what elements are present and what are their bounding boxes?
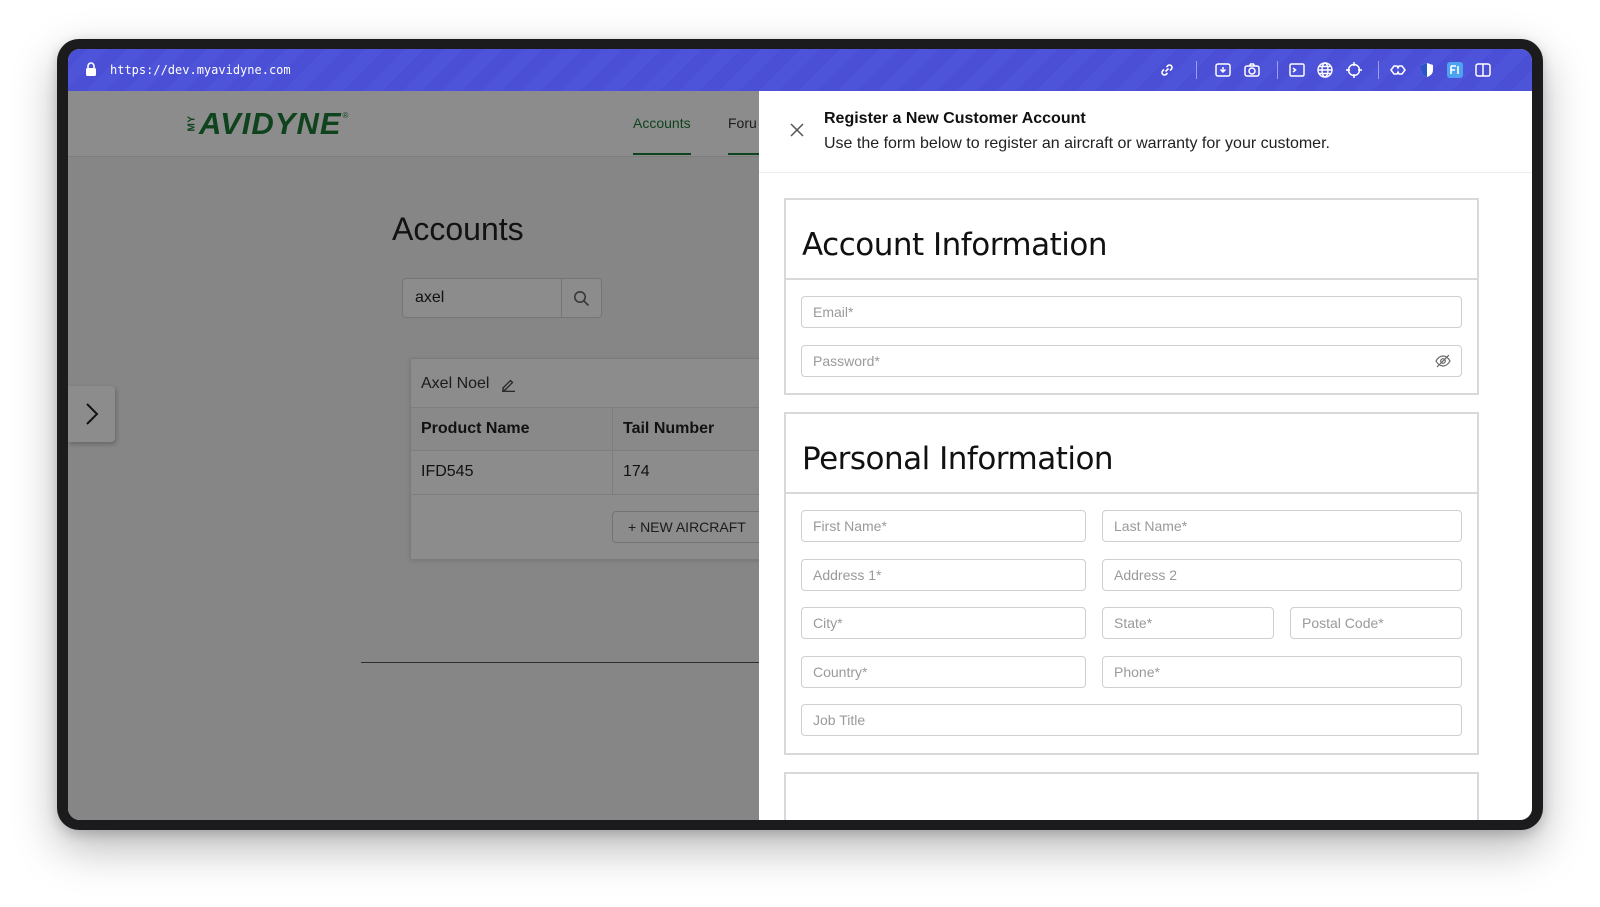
- job-title-field: [801, 704, 1462, 736]
- first-name-input[interactable]: [802, 511, 1085, 541]
- state-input[interactable]: [1103, 608, 1273, 638]
- phone-input[interactable]: [1103, 657, 1461, 687]
- password-input[interactable]: [802, 346, 1461, 376]
- screen: https://dev.myavidyne.com MY AVIDYNE ® A…: [68, 49, 1532, 820]
- country-input[interactable]: [802, 657, 1085, 687]
- job-title-input[interactable]: [802, 705, 1461, 735]
- last-name-field: [1102, 510, 1462, 542]
- phone-field: [1102, 656, 1462, 688]
- password-field: [801, 345, 1462, 377]
- country-field: [801, 656, 1086, 688]
- address1-field: [801, 559, 1086, 591]
- device-frame: https://dev.myavidyne.com MY AVIDYNE ® A…: [57, 39, 1543, 830]
- email-field: [801, 296, 1462, 328]
- drawer-subtitle: Use the form below to register an aircra…: [824, 135, 1330, 152]
- eye-off-icon[interactable]: [1435, 354, 1451, 368]
- page: MY AVIDYNE ® Accounts Foru Accounts Axel…: [68, 91, 1532, 820]
- city-input[interactable]: [802, 608, 1085, 638]
- toolbar-separator: [1277, 61, 1278, 79]
- register-account-drawer: Register a New Customer Account Use the …: [759, 91, 1532, 820]
- postal-code-input[interactable]: [1291, 608, 1461, 638]
- sidebar-icon[interactable]: [1474, 61, 1492, 79]
- next-section: [784, 772, 1479, 820]
- extension-badge-icon[interactable]: [1446, 61, 1464, 79]
- state-field: [1102, 607, 1274, 639]
- personal-information-section: Personal Information: [784, 412, 1479, 755]
- browser-url-bar: https://dev.myavidyne.com: [68, 49, 1532, 91]
- globe-icon[interactable]: [1316, 61, 1334, 79]
- address2-field: [1102, 559, 1462, 591]
- close-icon[interactable]: [789, 122, 805, 138]
- terminal-icon[interactable]: [1288, 61, 1306, 79]
- url-text[interactable]: https://dev.myavidyne.com: [110, 63, 291, 77]
- email-input[interactable]: [802, 297, 1461, 327]
- last-name-input[interactable]: [1103, 511, 1461, 541]
- shield-icon[interactable]: [1418, 61, 1436, 79]
- drawer-header: Register a New Customer Account Use the …: [759, 91, 1532, 173]
- toolbar-separator: [1196, 61, 1197, 79]
- crosshair-icon[interactable]: [1345, 61, 1363, 79]
- drawer-title: Register a New Customer Account: [824, 110, 1086, 127]
- toolbar-separator: [1378, 61, 1379, 79]
- city-field: [801, 607, 1086, 639]
- section-title: Account Information: [786, 200, 1477, 280]
- address1-input[interactable]: [802, 560, 1085, 590]
- camera-icon[interactable]: [1243, 61, 1261, 79]
- address2-input[interactable]: [1103, 560, 1461, 590]
- download-icon[interactable]: [1214, 61, 1232, 79]
- link-icon[interactable]: [1158, 61, 1176, 79]
- section-title: Personal Information: [786, 414, 1477, 494]
- first-name-field: [801, 510, 1086, 542]
- lock-icon: [86, 62, 96, 76]
- account-information-section: Account Information: [784, 198, 1479, 395]
- puzzle-icon[interactable]: [1389, 61, 1407, 79]
- postal-code-field: [1290, 607, 1462, 639]
